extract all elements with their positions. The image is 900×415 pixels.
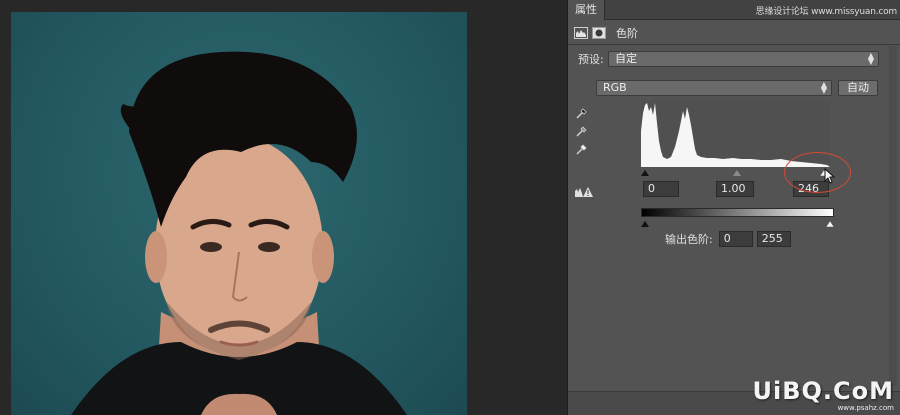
gray-point-eyedropper-icon[interactable] [575, 124, 589, 138]
tab-properties[interactable]: 属性 [568, 0, 605, 20]
output-levels-row: 输出色阶: 0 255 [665, 231, 791, 247]
output-white-slider[interactable] [825, 220, 835, 228]
divider [568, 44, 900, 45]
preset-label: 预设: [578, 53, 604, 66]
highlight-annotation-circle [784, 152, 851, 193]
site-watermark: 思缘设计论坛 www.missyuan.com [755, 7, 898, 17]
output-black-slider[interactable] [641, 221, 649, 227]
channel-dropdown[interactable]: RGB ▲ ▼ [596, 80, 832, 96]
panel-header: 色阶 [574, 24, 638, 42]
auto-button[interactable]: 自动 [838, 80, 878, 96]
layer-mask-icon[interactable] [592, 27, 606, 39]
preset-row: 预设: 自定 ▲ ▼ [578, 51, 879, 67]
panel-scrollbar[interactable] [889, 46, 897, 386]
output-white-field[interactable]: 255 [756, 231, 791, 247]
mouse-cursor-icon [824, 167, 836, 184]
corner-watermark: UiBQ.CoM www.psahz.com [752, 378, 894, 412]
black-point-eyedropper-icon[interactable] [575, 106, 589, 120]
portrait-photo [11, 12, 467, 415]
gamma-slider[interactable] [733, 170, 741, 176]
channel-value: RGB [603, 81, 627, 94]
preset-value: 自定 [615, 52, 637, 65]
output-levels-label: 输出色阶: [665, 233, 713, 246]
input-black-field[interactable]: 0 [643, 181, 679, 197]
input-gamma-field[interactable]: 1.00 [716, 181, 754, 197]
levels-adjustment-icon[interactable] [574, 27, 588, 39]
clipping-warning-icon[interactable] [575, 186, 593, 198]
black-point-slider[interactable] [641, 170, 649, 176]
panel-tab-bar: 属性 思缘设计论坛 www.missyuan.com [568, 0, 900, 20]
watermark-logo: UiBQ.CoM [752, 377, 894, 405]
document-canvas[interactable] [0, 0, 567, 415]
preset-dropdown[interactable]: 自定 ▲ ▼ [608, 51, 879, 67]
adjustment-title: 色阶 [616, 27, 638, 40]
output-gradient-bar [641, 208, 834, 217]
white-point-eyedropper-icon[interactable] [575, 142, 589, 156]
watermark-url: www.psahz.com [837, 404, 894, 412]
output-black-field[interactable]: 0 [718, 231, 753, 247]
properties-panel: 属性 思缘设计论坛 www.missyuan.com 色阶 预设: 自定 ▲ ▼ … [567, 0, 900, 415]
dropdown-arrows-icon: ▲ ▼ [867, 51, 874, 66]
output-levels-slider[interactable] [641, 217, 835, 228]
dropdown-arrows-icon: ▲ ▼ [820, 80, 827, 95]
